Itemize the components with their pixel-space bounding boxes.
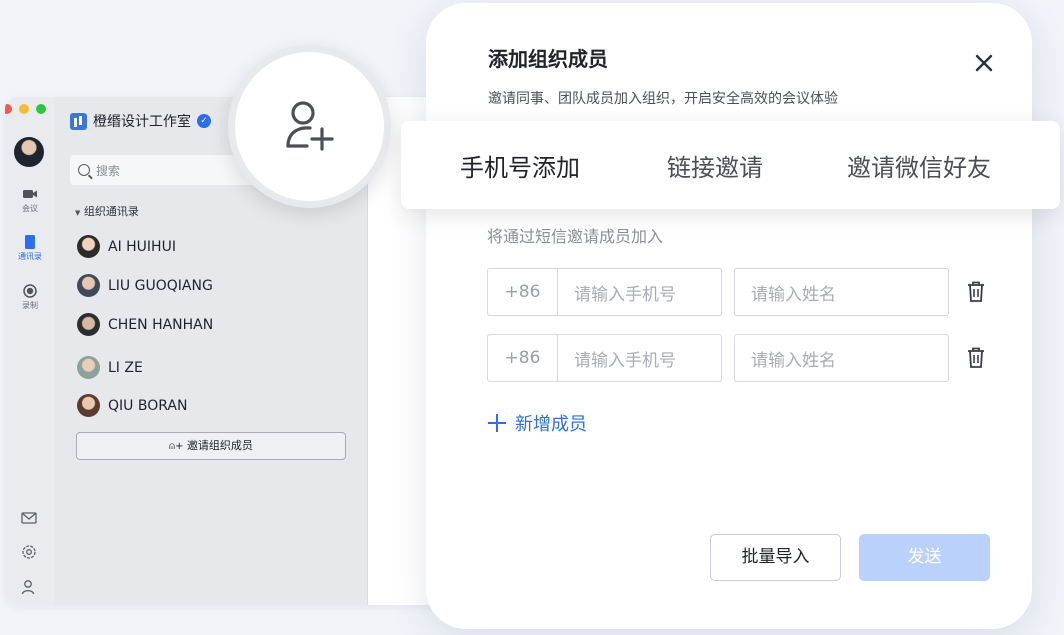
send-button[interactable]: 发送 [859, 534, 990, 581]
org-directory-title: 组织通讯录 [83, 205, 139, 218]
mail-icon[interactable] [20, 509, 38, 527]
phone-field[interactable]: +86 请输入手机号 [487, 334, 722, 382]
settings-gear-icon[interactable] [20, 543, 38, 561]
name-input[interactable]: 请输入姓名 [734, 268, 949, 316]
record-icon [23, 284, 37, 298]
contacts-book-icon [25, 235, 35, 249]
org-name: 橙缗设计工作室 [93, 114, 191, 130]
sms-hint: 将通过短信邀请成员加入 [487, 227, 664, 246]
tab-wechat-invite[interactable]: 邀请微信好友 [847, 148, 991, 183]
user-profile-icon[interactable] [20, 578, 38, 596]
country-code[interactable]: +86 [488, 269, 558, 315]
dialog-subtitle: 邀请同事、团队成员加入组织，开启安全高效的会议体验 [488, 91, 838, 107]
search-placeholder: 搜索 [96, 163, 121, 178]
batch-import-button[interactable]: 批量导入 [710, 534, 841, 581]
add-user-icon: ⍝+ [169, 441, 184, 452]
plus-icon [488, 414, 506, 432]
contact-item[interactable]: QIU BORAN [77, 394, 187, 417]
contact-name: LI ZE [108, 359, 143, 376]
rail-item-record[interactable]: 录制 [5, 284, 55, 311]
video-camera-icon [23, 190, 37, 198]
avatar [77, 274, 100, 297]
contact-item[interactable]: LIU GUOQIANG [77, 274, 213, 297]
rail-label-record: 录制 [22, 301, 38, 310]
invite-org-member-label: 邀请组织成员 [186, 439, 253, 452]
contact-item[interactable]: CHEN HANHAN [77, 313, 213, 336]
avatar [77, 394, 100, 417]
phone-field[interactable]: +86 请输入手机号 [487, 268, 722, 316]
add-member-dialog: 添加组织成员 邀请同事、团队成员加入组织，开启安全高效的会议体验 将通过短信邀请… [426, 3, 1032, 629]
rail-label-contacts: 通讯录 [18, 252, 42, 261]
close-icon[interactable] [972, 51, 996, 75]
verified-badge-icon: ✓ [197, 114, 211, 128]
avatar [77, 235, 100, 258]
invite-method-tabs: 手机号添加 链接邀请 邀请微信好友 [401, 121, 1060, 209]
contact-item[interactable]: AI HUIHUI [77, 235, 176, 258]
tab-phone-add[interactable]: 手机号添加 [460, 148, 580, 183]
my-avatar[interactable] [14, 137, 44, 167]
add-member-button[interactable]: 新增成员 [487, 410, 587, 436]
magnifier-callout [228, 45, 391, 208]
org-header[interactable]: 橙缗设计工作室 ✓ [70, 111, 211, 131]
caret-down-icon: ▼ [75, 209, 81, 217]
org-directory-toggle[interactable]: ▼ 组织通讯录 [75, 203, 139, 219]
minimize-window-dot[interactable] [19, 104, 29, 114]
name-input[interactable]: 请输入姓名 [734, 334, 949, 382]
avatar [77, 356, 100, 379]
rail-item-meeting[interactable]: 会议 [5, 187, 55, 214]
phone-input[interactable]: 请输入手机号 [558, 269, 721, 315]
contact-name: AI HUIHUI [108, 238, 176, 255]
country-code[interactable]: +86 [488, 335, 558, 381]
dialog-title: 添加组织成员 [488, 47, 608, 71]
contact-item[interactable]: LI ZE [77, 356, 143, 379]
search-icon [78, 164, 90, 176]
add-member-label: 新增成员 [515, 414, 587, 435]
trash-icon[interactable] [965, 280, 987, 304]
close-window-dot[interactable] [5, 104, 12, 114]
rail-label-meeting: 会议 [22, 204, 38, 213]
trash-icon[interactable] [965, 346, 987, 370]
avatar [77, 313, 100, 336]
phone-input[interactable]: 请输入手机号 [558, 335, 721, 381]
tab-link-invite[interactable]: 链接邀请 [667, 148, 763, 183]
left-rail: 会议 通讯录 录制 [5, 97, 55, 605]
contact-name: LIU GUOQIANG [108, 277, 213, 294]
invite-org-member-button[interactable]: ⍝+ 邀请组织成员 [76, 432, 346, 460]
contact-name: QIU BORAN [108, 397, 188, 414]
contact-name: CHEN HANHAN [108, 316, 214, 333]
add-user-icon [285, 100, 334, 151]
rail-item-contacts[interactable]: 通讯录 [5, 235, 55, 262]
maximize-window-dot[interactable] [36, 104, 46, 114]
org-logo-icon [70, 112, 87, 130]
